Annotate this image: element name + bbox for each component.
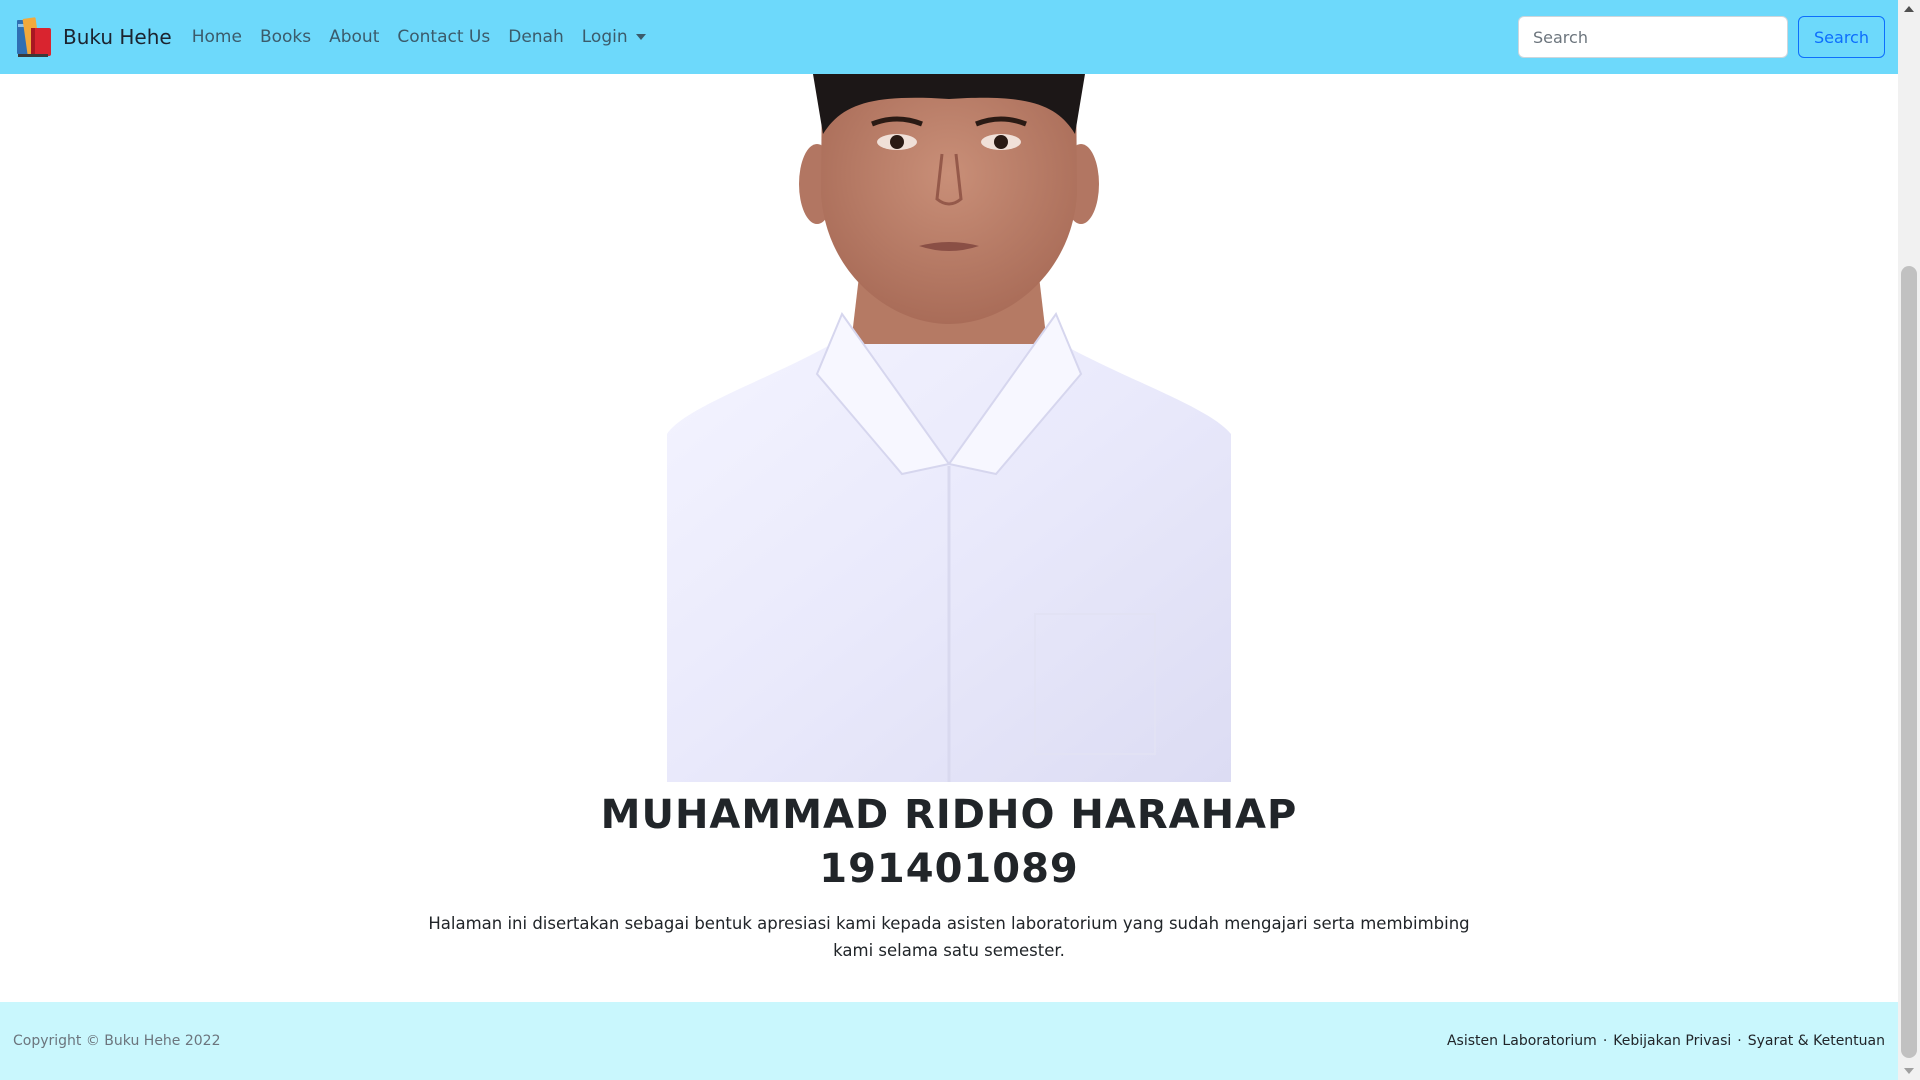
navbar: Buku Hehe Home Books About Contact Us De… [0, 0, 1898, 74]
search-input[interactable] [1518, 16, 1788, 58]
nav-denah[interactable]: Denah [508, 27, 564, 47]
footer-link-asisten[interactable]: Asisten Laboratorium [1447, 1033, 1597, 1049]
nav-home[interactable]: Home [192, 27, 242, 47]
nav-books[interactable]: Books [260, 27, 311, 47]
vertical-scrollbar[interactable] [1898, 0, 1920, 1080]
scroll-up-icon[interactable] [1898, 0, 1920, 18]
profile-photo [667, 74, 1231, 782]
assistant-nim: 191401089 [819, 846, 1079, 892]
search-form: Search [1518, 16, 1885, 58]
footer-link-syarat[interactable]: Syarat & Ketentuan [1748, 1033, 1885, 1049]
nav-login-dropdown[interactable]: Login [582, 27, 646, 47]
copyright-text: Copyright © Buku Hehe 2022 [13, 1033, 221, 1049]
footer-links: Asisten Laboratorium · Kebijakan Privasi… [1447, 1033, 1885, 1049]
footer-separator: · [1602, 1033, 1608, 1049]
footer-link-privasi[interactable]: Kebijakan Privasi [1613, 1033, 1731, 1049]
brand-link[interactable]: Buku Hehe [15, 14, 172, 60]
nav-login-label: Login [581, 27, 628, 47]
nav-links: Home Books About Contact Us Denah Login [192, 27, 664, 47]
scroll-down-icon[interactable] [1898, 1062, 1920, 1080]
footer: Copyright © Buku Hehe 2022 Asisten Labor… [0, 1002, 1898, 1080]
caret-down-icon [635, 34, 646, 40]
page: Buku Hehe Home Books About Contact Us De… [0, 0, 1898, 1080]
nav-about[interactable]: About [329, 27, 379, 47]
search-button[interactable]: Search [1798, 16, 1885, 58]
scrollbar-thumb[interactable] [1901, 266, 1917, 1058]
assistant-name: MUHAMMAD RIDHO HARAHAP [600, 792, 1298, 838]
nav-contact-us[interactable]: Contact Us [397, 27, 490, 47]
appreciation-text: Halaman ini disertakan sebagai bentuk ap… [428, 914, 1470, 960]
footer-separator: · [1737, 1033, 1742, 1049]
books-logo-icon [17, 17, 51, 57]
brand-name: Buku Hehe [63, 25, 172, 49]
